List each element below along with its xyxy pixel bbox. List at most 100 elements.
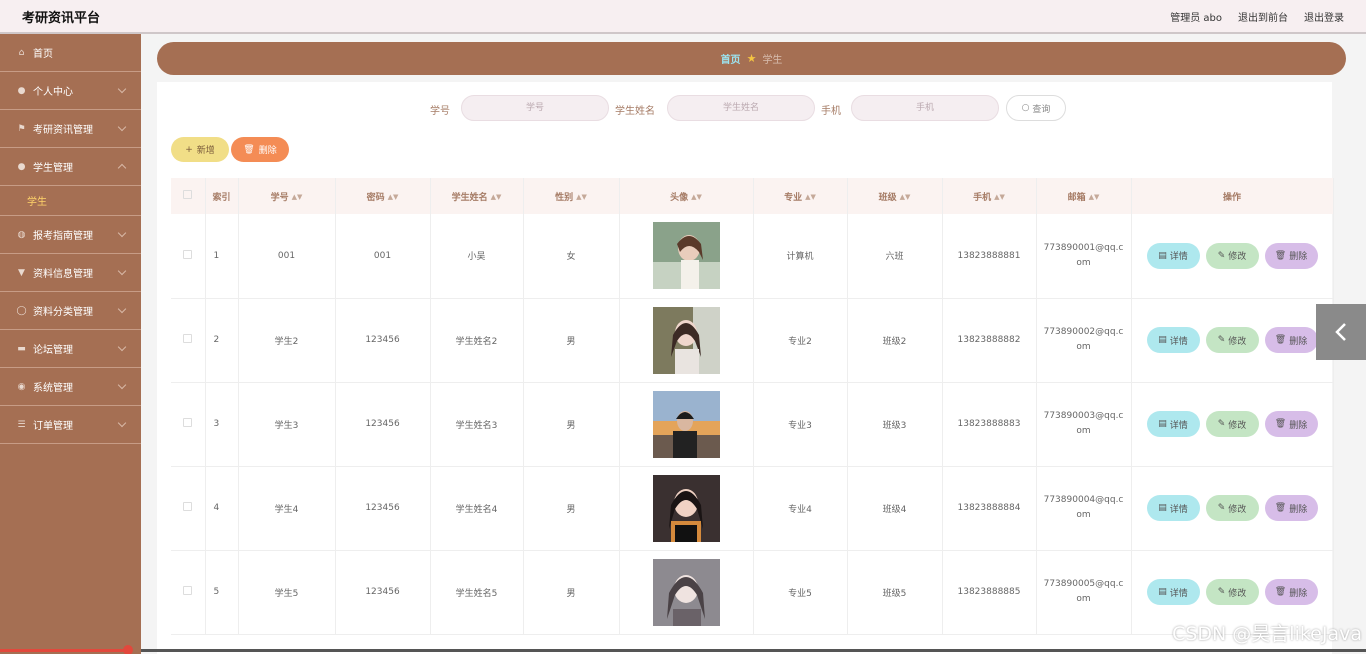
collapse-panel-button[interactable] (1316, 304, 1366, 360)
sort-icon[interactable]: ▲▼ (805, 193, 816, 201)
col-header-class[interactable]: 班级 ▲▼ (847, 178, 943, 214)
trash-icon: 🗑 (1274, 335, 1287, 345)
delete-button[interactable]: 🗑 删除 (1264, 242, 1318, 269)
sidebar-item-materials[interactable]: ▼ 资料信息管理 (0, 254, 141, 292)
sidebar-item-label: 系统管理 (33, 383, 73, 394)
sort-icon[interactable]: ▲▼ (388, 193, 399, 201)
col-header-gender[interactable]: 性别 ▲▼ (523, 178, 620, 214)
sidebar-item-forum[interactable]: ▬ 论坛管理 (0, 330, 141, 368)
pencil-icon: ✎ (1217, 419, 1226, 429)
search-input-name[interactable] (667, 95, 815, 121)
avatar[interactable] (652, 306, 720, 374)
sort-icon[interactable]: ▲▼ (1089, 193, 1100, 201)
delete-button[interactable]: 🗑 删除 (1264, 495, 1318, 521)
detail-button[interactable]: ▤ 详情 (1146, 242, 1200, 269)
sidebar-item-students[interactable]: ● 学生管理 (0, 148, 141, 186)
col-header-avatar[interactable]: 头像 ▲▼ (619, 178, 754, 214)
student-table: 索引 学号 ▲▼ 密码 ▲▼ 学生姓名 ▲▼ 性别 ▲▼ 头像 ▲▼ 专业 ▲▼ 班级 ▲▼ … (171, 178, 1334, 635)
search-input-phone[interactable] (851, 95, 999, 121)
sort-icon[interactable]: ▲▼ (576, 193, 587, 201)
logout-link[interactable]: 退出登录 (1304, 9, 1344, 24)
sort-icon[interactable]: ▲▼ (691, 193, 702, 201)
avatar[interactable] (652, 474, 720, 542)
search-button[interactable]: ○ 查询 (1006, 95, 1066, 121)
row-checkbox[interactable] (183, 334, 193, 343)
sidebar-item-profile[interactable]: ● 个人中心 (0, 72, 141, 110)
sidebar-item-news[interactable]: ⚑ 考研资讯管理 (0, 110, 141, 148)
row-checkbox[interactable] (183, 418, 193, 427)
cell-password: 123456 (335, 550, 431, 635)
cell-phone: 13823888885 (942, 550, 1037, 635)
col-header-email[interactable]: 邮箱 ▲▼ (1036, 178, 1132, 214)
sidebar-item-guide[interactable]: ◍ 报考指南管理 (0, 216, 141, 254)
pencil-icon: ✎ (1217, 250, 1226, 261)
row-checkbox[interactable] (183, 586, 193, 595)
cell-class: 六班 (847, 214, 943, 299)
detail-button[interactable]: ▤ 详情 (1146, 327, 1200, 353)
video-progress-bar[interactable] (0, 649, 130, 652)
sort-icon[interactable]: ▲▼ (292, 193, 303, 201)
sidebar-item-label: 学生管理 (33, 163, 73, 174)
detail-button[interactable]: ▤ 详情 (1146, 411, 1200, 437)
delete-button[interactable]: 🗑 删除 (1264, 327, 1318, 353)
edit-button[interactable]: ✎ 修改 (1205, 579, 1259, 605)
detail-button[interactable]: ▤ 详情 (1146, 495, 1200, 521)
edit-button[interactable]: ✎ 修改 (1205, 411, 1259, 437)
person-icon: ● (17, 161, 26, 172)
avatar[interactable] (652, 222, 720, 290)
cell-gender: 男 (523, 298, 620, 383)
row-checkbox[interactable] (183, 249, 193, 259)
add-button-label: 新增 (196, 146, 215, 156)
trash-icon: 🗑 (1274, 587, 1287, 597)
sidebar-item-system[interactable]: ◉ 系统管理 (0, 368, 141, 406)
avatar[interactable] (652, 390, 720, 458)
add-button[interactable]: + 新增 (171, 137, 229, 162)
cell-index: 5 (205, 550, 239, 635)
edit-button[interactable]: ✎ 修改 (1205, 495, 1259, 521)
delete-button[interactable]: 🗑 删除 (1264, 579, 1318, 605)
row-checkbox[interactable] (183, 502, 193, 511)
pencil-icon: ✎ (1217, 587, 1226, 597)
col-header-sid[interactable]: 学号 ▲▼ (238, 178, 336, 214)
delete-button[interactable]: 🗑 删除 (1264, 411, 1318, 437)
edit-button[interactable]: ✎ 修改 (1205, 327, 1259, 353)
chevron-down-icon (117, 266, 127, 276)
breadcrumb-home[interactable]: 首页 (721, 51, 741, 66)
current-user[interactable]: 管理员 abo (1170, 9, 1222, 24)
main-content: 首页 ★ 学生 学号 学生姓名 手机 ○ 查询 + 新增 🗑 删除 (141, 34, 1366, 654)
col-header-major[interactable]: 专业 ▲▼ (753, 178, 848, 214)
sidebar-item-label: 资料信息管理 (33, 269, 93, 280)
avatar[interactable] (652, 558, 720, 626)
detail-icon: ▤ (1158, 587, 1167, 597)
cell-class: 班级3 (847, 382, 943, 467)
cell-name: 学生姓名3 (430, 382, 524, 467)
cell-password: 001 (335, 214, 431, 299)
progress-handle[interactable] (123, 645, 133, 654)
detail-icon: ▤ (1158, 250, 1167, 261)
sort-icon[interactable]: ▲▼ (900, 193, 911, 201)
sidebar-item-home[interactable]: ⌂ 首页 (0, 34, 141, 72)
sort-icon[interactable]: ▲▼ (491, 193, 502, 201)
batch-delete-button[interactable]: 🗑 删除 (231, 137, 289, 162)
sort-icon[interactable]: ▲▼ (994, 193, 1005, 201)
search-input-sid[interactable] (461, 95, 609, 121)
col-header-name[interactable]: 学生姓名 ▲▼ (430, 178, 524, 214)
sidebar-item-orders[interactable]: ☰ 订单管理 (0, 406, 141, 444)
sidebar-item-categories[interactable]: ◯ 资料分类管理 (0, 292, 141, 330)
detail-button[interactable]: ▤ 详情 (1146, 579, 1200, 605)
col-header-password[interactable]: 密码 ▲▼ (335, 178, 431, 214)
sidebar-item-label: 报考指南管理 (33, 231, 93, 242)
sidebar-subitem-student[interactable]: 学生 (0, 186, 141, 216)
cell-email: 773890003@qq.com (1043, 411, 1124, 436)
select-all-checkbox[interactable] (183, 190, 193, 199)
table-row: 5 学生5 123456 学生姓名5 男 专业5 班级5 13823888885… (171, 550, 1334, 635)
cell-phone: 13823888883 (942, 382, 1037, 467)
header-actions: 管理员 abo 退出到前台 退出登录 (1170, 9, 1344, 24)
col-header-phone[interactable]: 手机 ▲▼ (942, 178, 1037, 214)
exit-to-frontend-link[interactable]: 退出到前台 (1238, 9, 1288, 24)
select-all-header (171, 178, 206, 214)
cell-gender: 男 (523, 550, 620, 635)
edit-button[interactable]: ✎ 修改 (1205, 242, 1259, 269)
cell-sid: 学生4 (238, 466, 336, 551)
trophy-icon: ▼ (18, 267, 25, 278)
